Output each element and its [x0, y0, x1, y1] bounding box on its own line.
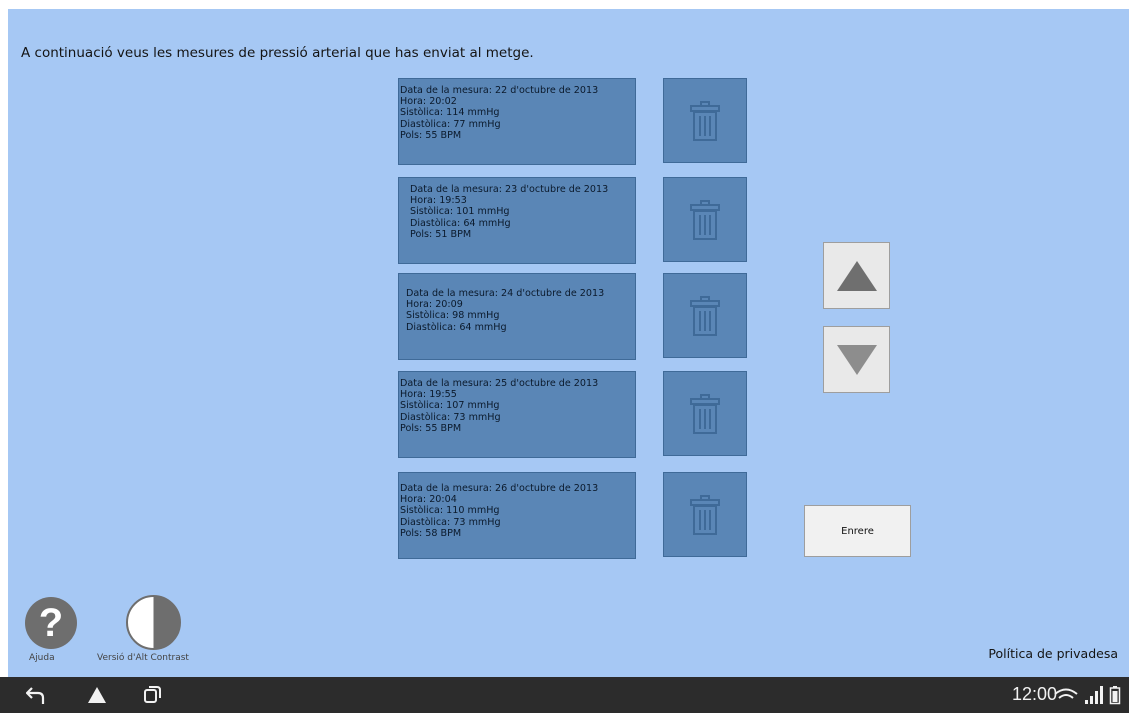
signal-icon [1084, 686, 1103, 704]
measurement-card: Data de la mesura: 25 d'octubre de 2013 … [398, 371, 636, 458]
trash-icon [690, 295, 720, 336]
battery-icon [1109, 686, 1121, 705]
back-button[interactable]: Enrere [804, 505, 911, 557]
delete-measurement-button[interactable] [663, 371, 747, 456]
wifi-icon [1054, 688, 1078, 699]
privacy-policy-link[interactable]: Política de privadesa [988, 646, 1118, 661]
app-screen: A continuació veus les mesures de pressi… [8, 9, 1129, 677]
measurement-date: Data de la mesura: 26 d'octubre de 2013 [400, 483, 599, 494]
status-icons [1053, 685, 1121, 709]
measurement-pulse: Pols: 51 BPM [410, 228, 472, 240]
measurement-systolic: Sistòlica: 110 mmHg [400, 505, 500, 517]
measurement-diastolic: Diastòlica: 64 mmHg [410, 217, 511, 229]
measurement-date: Data de la mesura: 25 d'octubre de 2013 [400, 378, 599, 389]
measurement-diastolic: Diastòlica: 64 mmHg [406, 321, 507, 333]
delete-measurement-button[interactable] [663, 273, 747, 358]
home-icon[interactable] [86, 685, 108, 709]
measurement-card: Data de la mesura: 24 d'octubre de 2013 … [398, 273, 636, 360]
measurement-systolic: Sistòlica: 114 mmHg [400, 107, 500, 119]
measurement-time: Hora: 20:04 [400, 494, 457, 506]
contrast-label: Versió d'Alt Contrast [97, 653, 189, 663]
measurement-card: Data de la mesura: 26 d'octubre de 2013 … [398, 472, 636, 559]
intro-text: A continuació veus les mesures de pressi… [21, 45, 534, 61]
trash-icon [690, 393, 720, 434]
measurement-diastolic: Diastòlica: 73 mmHg [400, 411, 501, 423]
scroll-down-button[interactable] [823, 326, 890, 393]
measurement-card: Data de la mesura: 23 d'octubre de 2013 … [398, 177, 636, 264]
measurement-pulse: Pols: 58 BPM [400, 527, 462, 539]
measurement-time: Hora: 19:53 [410, 195, 467, 207]
arrow-down-icon [836, 344, 877, 375]
measurement-time: Hora: 20:09 [406, 299, 463, 311]
measurement-systolic: Sistòlica: 101 mmHg [410, 206, 510, 218]
arrow-up-icon [836, 260, 877, 291]
measurement-diastolic: Diastòlica: 77 mmHg [400, 118, 501, 130]
status-clock: 12:00 [1011, 684, 1057, 704]
system-navigation-bar: 12:00 [0, 677, 1129, 713]
delete-measurement-button[interactable] [663, 472, 747, 557]
measurement-systolic: Sistòlica: 107 mmHg [400, 400, 500, 412]
delete-measurement-button[interactable] [663, 177, 747, 262]
measurement-card: Data de la mesura: 22 d'octubre de 2013 … [398, 78, 636, 165]
help-label: Ajuda [29, 653, 55, 663]
recents-icon[interactable] [142, 685, 162, 709]
measurement-date: Data de la mesura: 23 d'octubre de 2013 [410, 184, 609, 195]
scroll-up-button[interactable] [823, 242, 890, 309]
trash-icon [690, 199, 720, 240]
contrast-icon[interactable] [126, 595, 181, 650]
measurement-time: Hora: 20:02 [400, 96, 457, 108]
measurement-pulse: Pols: 55 BPM [400, 129, 462, 141]
measurement-systolic: Sistòlica: 98 mmHg [406, 310, 500, 322]
measurement-time: Hora: 19:55 [400, 389, 457, 401]
back-icon[interactable] [25, 685, 48, 709]
measurement-date: Data de la mesura: 22 d'octubre de 2013 [400, 85, 599, 96]
measurement-diastolic: Diastòlica: 73 mmHg [400, 516, 501, 528]
delete-measurement-button[interactable] [663, 78, 747, 163]
measurement-pulse: Pols: 55 BPM [400, 422, 462, 434]
trash-icon [690, 494, 720, 535]
measurement-date: Data de la mesura: 24 d'octubre de 2013 [406, 288, 605, 299]
trash-icon [690, 100, 720, 141]
help-icon[interactable]: ? [25, 597, 77, 649]
